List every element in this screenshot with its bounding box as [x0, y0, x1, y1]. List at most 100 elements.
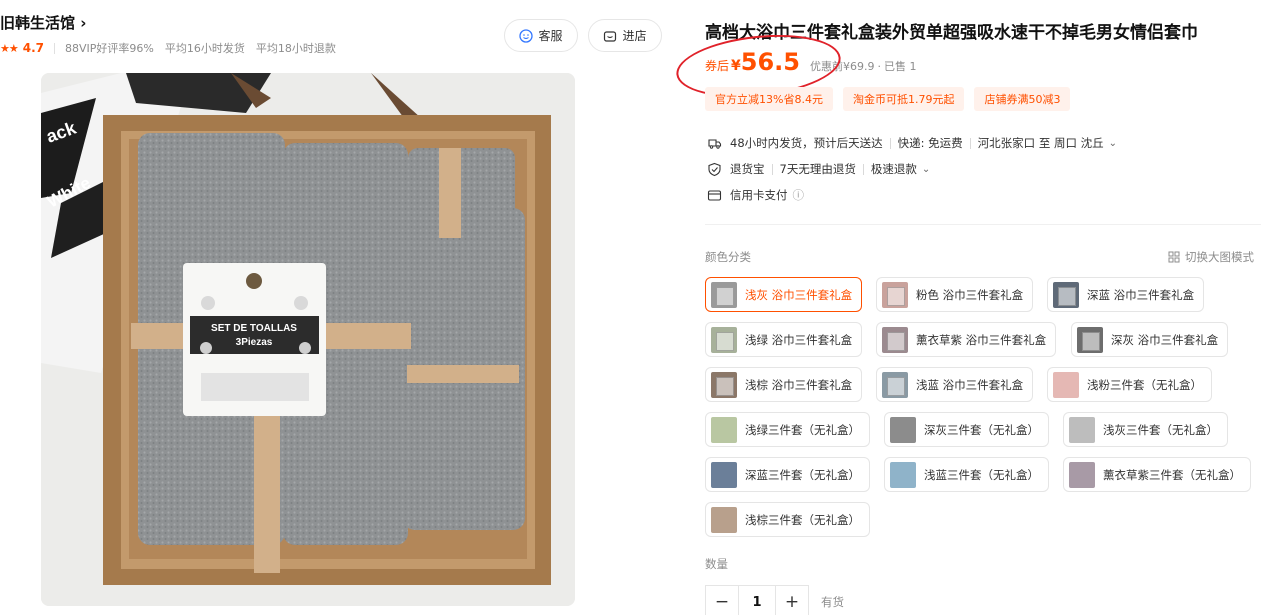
quantity-label: 数量	[705, 557, 728, 571]
enter-store-button[interactable]: 进店	[588, 19, 662, 52]
variant-label: 浅蓝三件套（无礼盒）	[924, 467, 1039, 482]
fast-refund: 极速退款	[870, 162, 917, 176]
divider	[969, 137, 971, 149]
enter-store-label: 进店	[622, 29, 647, 43]
quantity-decrease-button[interactable]: −	[705, 585, 739, 615]
variant-option[interactable]: 浅棕 浴巾三件套礼盒	[705, 367, 863, 402]
coupon-price-prefix: 券后	[705, 59, 730, 73]
variant-option[interactable]: 深灰 浴巾三件套礼盒	[1071, 322, 1229, 357]
rating-stars-icon: ★★	[0, 41, 19, 55]
variant-label: 深蓝三件套（无礼盒）	[745, 467, 860, 482]
variant-label: 深灰三件套（无礼盒）	[924, 422, 1039, 437]
label-subtitle-text: 3Piezas	[236, 337, 273, 348]
original-price-sold: 优惠前¥69.9 · 已售 1	[809, 60, 917, 73]
variant-thumbnail	[882, 281, 908, 308]
store-icon	[604, 30, 617, 42]
variant-label: 浅灰 浴巾三件套礼盒	[745, 287, 853, 302]
divider	[889, 137, 891, 149]
variant-thumbnail	[882, 371, 908, 398]
service-smile-icon	[519, 28, 534, 43]
sold-count: 已售 1	[883, 60, 917, 73]
shop-rating: 4.7	[22, 41, 44, 55]
variant-option[interactable]: 深蓝三件套（无礼盒）	[705, 457, 870, 492]
return-policy: 7天无理由退货	[779, 162, 856, 176]
ship-time: 48小时内发货，预计后天送达	[730, 136, 883, 150]
toggle-view-label: 切换大图模式	[1185, 250, 1254, 264]
variant-thumbnail	[882, 326, 908, 353]
variant-label: 粉色 浴巾三件套礼盒	[916, 287, 1024, 302]
chevron-down-icon[interactable]: ⌄	[1109, 138, 1117, 149]
divider	[54, 42, 55, 54]
grid-icon	[1168, 251, 1180, 263]
toggle-large-image-mode[interactable]: 切换大图模式	[1168, 249, 1254, 265]
variant-thumbnail	[711, 416, 737, 443]
variant-option[interactable]: 深灰三件套（无礼盒）	[884, 412, 1049, 447]
variant-label: 深灰 浴巾三件套礼盒	[1111, 332, 1219, 347]
variant-thumbnail	[711, 506, 737, 533]
variant-option[interactable]: 浅粉三件套（无礼盒）	[1047, 367, 1212, 402]
customer-service-label: 客服	[538, 29, 563, 43]
customer-service-button[interactable]: 客服	[504, 19, 578, 52]
divider	[862, 163, 864, 175]
variant-option[interactable]: 浅绿三件套（无礼盒）	[705, 412, 870, 447]
vip-review-rate: 88VIP好评率96%	[65, 42, 154, 55]
variant-thumbnail	[711, 281, 737, 308]
variant-option[interactable]: 浅棕三件套（无礼盒）	[705, 502, 870, 537]
variant-thumbnail	[711, 371, 737, 398]
variant-label: 深蓝 浴巾三件套礼盒	[1087, 287, 1195, 302]
variant-thumbnail	[1053, 371, 1079, 398]
price-row: 券后 ¥ 56.5 优惠前¥69.9 · 已售 1	[705, 48, 916, 78]
chevron-down-icon[interactable]: ⌄	[922, 164, 930, 175]
ship-route: 河北张家口 至 周口 沈丘	[977, 136, 1104, 150]
promo-taojinbi[interactable]: 淘金币可抵1.79元起	[842, 87, 965, 111]
currency-symbol: ¥	[731, 58, 741, 74]
variant-section-label: 颜色分类	[705, 250, 751, 264]
avg-refund-time: 平均18小时退款	[255, 42, 336, 55]
product-title: 高档大浴巾三件套礼盒装外贸单超强吸水速干不掉毛男女情侣套巾	[705, 23, 1198, 43]
variant-option[interactable]: 浅蓝三件套（无礼盒）	[884, 457, 1049, 492]
variant-thumbnail	[1069, 416, 1095, 443]
variant-label: 浅棕 浴巾三件套礼盒	[745, 377, 853, 392]
product-main-image[interactable]: SET DE TOALLAS 3Piezas ack White	[41, 73, 575, 606]
variant-thumbnail	[711, 326, 737, 353]
delivery-truck-icon	[708, 138, 722, 149]
shipping-info[interactable]: 48小时内发货，预计后天送达 快递: 免运费 河北张家口 至 周口 沈丘 ⌄	[707, 135, 1117, 151]
variant-thumbnail	[890, 461, 916, 488]
variant-label: 薰衣草紫三件套（无礼盒）	[1103, 467, 1241, 482]
variant-label: 浅绿三件套（无礼盒）	[745, 422, 860, 437]
variant-option[interactable]: 粉色 浴巾三件套礼盒	[876, 277, 1034, 312]
variant-option[interactable]: 浅绿 浴巾三件套礼盒	[705, 322, 863, 357]
avg-ship-time: 平均16小时发货	[164, 42, 245, 55]
original-price: 优惠前¥69.9	[809, 60, 875, 73]
promo-official-discount[interactable]: 官方立减13%省8.4元	[705, 87, 833, 111]
shop-name-link[interactable]: 旧韩生活馆 ›	[0, 12, 86, 33]
label-title-text: SET DE TOALLAS	[211, 323, 297, 334]
return-shield-icon	[708, 162, 721, 176]
courier-fee: 快递: 免运费	[897, 136, 963, 150]
section-divider	[705, 224, 1261, 225]
return-insurance-label: 退货宝	[730, 162, 765, 176]
variant-label: 浅蓝 浴巾三件套礼盒	[916, 377, 1024, 392]
coupon-price: 56.5	[740, 48, 800, 76]
credit-card-icon	[707, 189, 722, 201]
variant-label: 浅绿 浴巾三件套礼盒	[745, 332, 853, 347]
quantity-input[interactable]: 1	[739, 585, 775, 615]
returns-info[interactable]: 退货宝 7天无理由退货 极速退款 ⌄	[707, 161, 930, 177]
variant-option[interactable]: 浅蓝 浴巾三件套礼盒	[876, 367, 1034, 402]
quantity-increase-button[interactable]: +	[775, 585, 809, 615]
shop-meta: ★★ 4.7 88VIP好评率96% 平均16小时发货 平均18小时退款	[0, 40, 347, 56]
promo-store-coupon[interactable]: 店铺券满50减3	[974, 87, 1071, 111]
variant-option[interactable]: 薰衣草紫三件套（无礼盒）	[1063, 457, 1251, 492]
info-icon[interactable]: ⓘ	[793, 187, 805, 203]
variant-label: 浅灰三件套（无礼盒）	[1103, 422, 1218, 437]
variant-option[interactable]: 浅灰三件套（无礼盒）	[1063, 412, 1228, 447]
promo-tags: 官方立减13%省8.4元 淘金币可抵1.79元起 店铺券满50减3	[705, 87, 1071, 111]
variant-thumbnail	[1069, 461, 1095, 488]
variant-option[interactable]: 浅灰 浴巾三件套礼盒	[705, 277, 863, 312]
variant-label: 浅粉三件套（无礼盒）	[1087, 377, 1202, 392]
variant-label: 浅棕三件套（无礼盒）	[745, 512, 860, 527]
variant-option[interactable]: 深蓝 浴巾三件套礼盒	[1047, 277, 1205, 312]
variant-option[interactable]: 薰衣草紫 浴巾三件套礼盒	[876, 322, 1057, 357]
payment-info: 信用卡支付 ⓘ	[707, 187, 804, 203]
variant-thumbnail	[1053, 281, 1079, 308]
